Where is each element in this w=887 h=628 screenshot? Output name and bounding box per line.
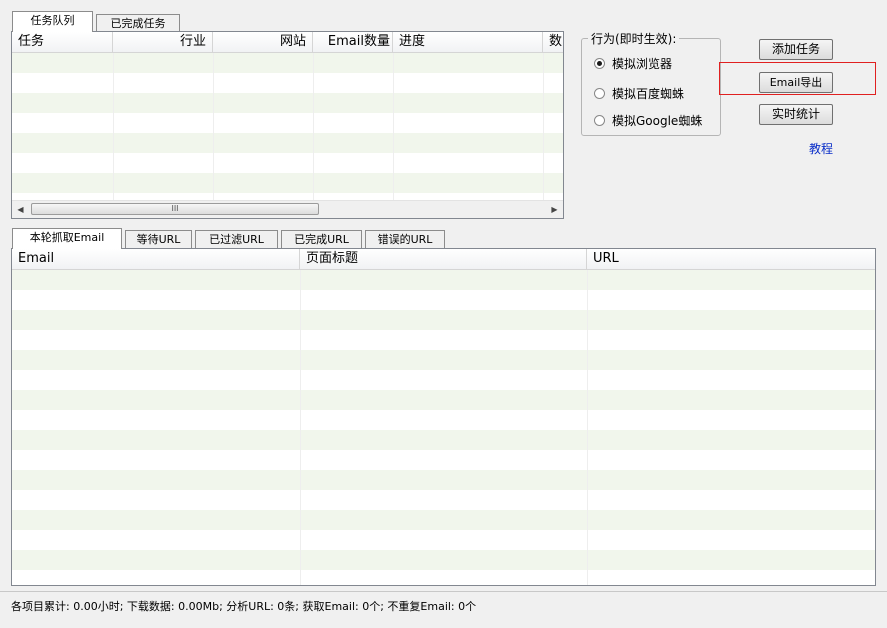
radio-selected-icon [594,58,605,69]
col-website[interactable]: 网站 [213,32,313,52]
col-progress[interactable]: 进度 [393,32,543,52]
email-export-button[interactable]: Email导出 [759,72,833,93]
tab-filtered-url[interactable]: 已过滤URL [195,230,278,249]
radio-unselected-icon [594,115,605,126]
task-list[interactable]: 任务 行业 网站 Email数量 进度 数 ◀ III ▶ [11,31,564,219]
col-industry[interactable]: 行业 [113,32,213,52]
col-email-count[interactable]: Email数量 [313,32,393,52]
col-task[interactable]: 任务 [12,32,113,52]
task-list-hscrollbar[interactable]: ◀ III ▶ [12,200,563,218]
tab-completed-url[interactable]: 已完成URL [281,230,362,249]
tab-error-url[interactable]: 错误的URL [365,230,445,249]
task-list-header: 任务 行业 网站 Email数量 进度 数 [12,32,563,53]
result-list-header: Email 页面标题 URL [12,249,875,270]
radio-simulate-google-spider[interactable]: 模拟Google蜘蛛 [594,112,702,129]
col-count[interactable]: 数 [543,32,563,52]
col-email[interactable]: Email [12,249,300,269]
radio-unselected-icon [594,88,605,99]
radio-label: 模拟Google蜘蛛 [612,114,703,128]
scroll-right-icon[interactable]: ▶ [546,201,563,218]
radio-label: 模拟百度蜘蛛 [612,87,685,101]
radio-simulate-baidu-spider[interactable]: 模拟百度蜘蛛 [594,85,684,102]
scroll-left-icon[interactable]: ◀ [12,201,29,218]
behavior-group-title: 行为(即时生效): [588,30,680,47]
add-task-button[interactable]: 添加任务 [759,39,833,60]
tab-crawled-emails[interactable]: 本轮抓取Email [12,228,122,249]
tab-task-queue[interactable]: 任务队列 [12,11,93,32]
col-page-title[interactable]: 页面标题 [300,249,587,269]
realtime-stats-button[interactable]: 实时统计 [759,104,833,125]
tab-pending-url[interactable]: 等待URL [125,230,192,249]
radio-simulate-browser[interactable]: 模拟浏览器 [594,55,672,72]
tutorial-link[interactable]: 教程 [809,140,833,157]
scroll-thumb[interactable]: III [31,203,319,215]
radio-label: 模拟浏览器 [612,57,673,71]
result-list[interactable]: Email 页面标题 URL [11,248,876,586]
status-text: 各项目累计: 0.00小时; 下载数据: 0.00Mb; 分析URL: 0条; … [11,600,477,613]
status-bar: 各项目累计: 0.00小时; 下载数据: 0.00Mb; 分析URL: 0条; … [0,591,887,628]
col-url[interactable]: URL [587,249,875,269]
